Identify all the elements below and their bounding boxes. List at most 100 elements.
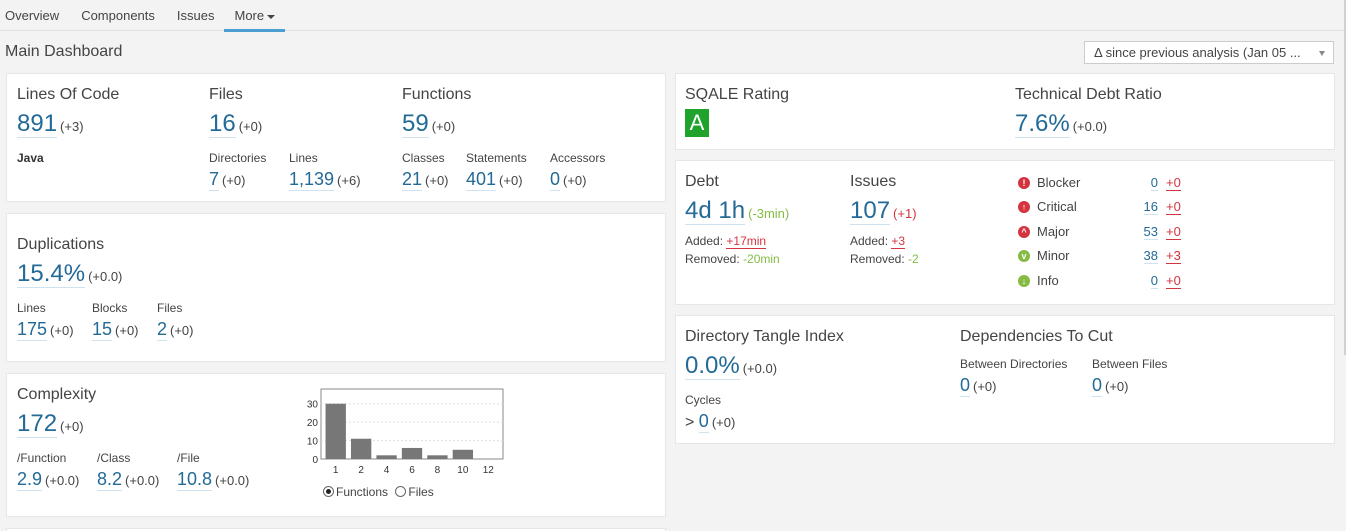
- debt-value[interactable]: 4d 1h: [685, 198, 746, 225]
- per-file-label: /File: [177, 451, 200, 465]
- severity-count[interactable]: 53: [1143, 224, 1158, 240]
- between-dirs-value[interactable]: 0: [960, 375, 971, 397]
- between-files-value[interactable]: 0: [1092, 375, 1103, 397]
- dup-blocks-value[interactable]: 15: [92, 319, 113, 341]
- info-icon: ↓: [1018, 275, 1030, 287]
- severity-label: Info: [1037, 273, 1059, 288]
- bar-8: [427, 455, 448, 459]
- loc-value[interactable]: 891: [17, 111, 58, 138]
- x-tick-label: 1: [333, 465, 339, 476]
- tangle-title: Directory Tangle Index: [685, 328, 844, 345]
- classes-value[interactable]: 21: [402, 169, 423, 191]
- duplications-value[interactable]: 15.4%: [17, 261, 86, 288]
- period-select-value: Δ since previous analysis (Jan 05 ...: [1094, 45, 1301, 60]
- x-tick-label: 2: [358, 465, 364, 476]
- issues-title: Issues: [850, 173, 897, 190]
- tangle-value[interactable]: 0.0%: [685, 353, 740, 380]
- radio-unchecked-icon: [395, 486, 407, 497]
- complexity-widget: Complexity 172 (+0) /Function 2.9 (+0.0) /…: [6, 373, 666, 517]
- tab-more-label: More: [234, 8, 265, 23]
- radio-functions[interactable]: Functions: [323, 485, 388, 499]
- bar-4: [376, 455, 397, 459]
- issues-added-label: Added:: [850, 234, 889, 248]
- duplications-title: Duplications: [17, 236, 105, 253]
- severity-delta[interactable]: +0: [1166, 199, 1181, 215]
- per-function-delta: (+0.0): [45, 473, 80, 488]
- severity-row-major: ^ Major 53 +0: [1018, 224, 1188, 244]
- files-value[interactable]: 16: [209, 111, 236, 138]
- dup-files-value[interactable]: 2: [157, 319, 168, 341]
- severity-delta[interactable]: +3: [1166, 248, 1181, 264]
- minor-icon: v: [1018, 250, 1030, 262]
- cycles-prefix: >: [685, 414, 695, 431]
- files-delta: (+0): [238, 119, 263, 134]
- per-class-value[interactable]: 8.2: [97, 469, 123, 491]
- dup-lines-value[interactable]: 175: [17, 319, 48, 341]
- bar-2: [350, 438, 372, 459]
- language-label: Java: [17, 151, 44, 165]
- deps-title: Dependencies To Cut: [960, 328, 1113, 345]
- lines-value[interactable]: 1,139: [289, 169, 335, 191]
- statements-value[interactable]: 401: [466, 169, 497, 191]
- debt-removed-label: Removed:: [685, 252, 740, 266]
- x-tick-label: 8: [435, 465, 441, 476]
- severity-count[interactable]: 16: [1143, 199, 1158, 215]
- directories-value[interactable]: 7: [209, 169, 220, 191]
- issues-value[interactable]: 107: [850, 198, 891, 225]
- debt-ratio-value[interactable]: 7.6%: [1015, 111, 1070, 138]
- complexity-value[interactable]: 172: [17, 411, 58, 438]
- caret-down-icon: [267, 14, 276, 19]
- tab-more[interactable]: More: [224, 0, 285, 32]
- debt-added-value[interactable]: +17min: [726, 234, 767, 249]
- severity-label: Major: [1037, 224, 1070, 239]
- severity-row-critical: ↑ Critical 16 +0: [1018, 199, 1188, 219]
- radio-checked-icon: [323, 486, 334, 497]
- accessors-delta: (+0): [563, 173, 587, 188]
- per-class-delta: (+0.0): [125, 473, 160, 488]
- y-tick-label: 0: [312, 455, 318, 466]
- accessors-label: Accessors: [550, 151, 606, 165]
- debt-ratio-title: Technical Debt Ratio: [1015, 86, 1162, 103]
- between-dirs-delta: (+0): [973, 379, 997, 394]
- accessors-value[interactable]: 0: [550, 169, 561, 191]
- per-function-value[interactable]: 2.9: [17, 469, 43, 491]
- dup-blocks-label: Blocks: [92, 301, 128, 315]
- severity-count[interactable]: 0: [1150, 175, 1158, 191]
- tab-issues[interactable]: Issues: [177, 0, 215, 31]
- issues-removed-label: Removed:: [850, 252, 905, 266]
- x-tick-label: 10: [457, 465, 469, 476]
- severity-delta[interactable]: +0: [1166, 224, 1181, 240]
- sqale-rating-title: SQALE Rating: [685, 86, 790, 103]
- severity-row-blocker: ! Blocker 0 +0: [1018, 175, 1188, 195]
- debt-removed-value: -20min: [743, 252, 780, 266]
- severity-row-minor: v Minor 38 +3: [1018, 248, 1188, 268]
- tab-overview[interactable]: Overview: [5, 0, 59, 31]
- severity-count[interactable]: 0: [1150, 273, 1158, 289]
- functions-value[interactable]: 59: [402, 111, 429, 138]
- period-select[interactable]: Δ since previous analysis (Jan 05 ...: [1084, 41, 1334, 64]
- design-widget: Directory Tangle Index 0.0% (+0.0) Cycles…: [675, 315, 1335, 444]
- duplications-delta: (+0.0): [88, 269, 123, 284]
- debt-title: Debt: [685, 173, 719, 190]
- statements-delta: (+0): [499, 173, 523, 188]
- per-file-value[interactable]: 10.8: [177, 469, 213, 491]
- severity-delta[interactable]: +0: [1166, 175, 1181, 191]
- dropdown-arrow-icon: [1319, 51, 1325, 56]
- y-tick-label: 10: [307, 437, 319, 448]
- severity-delta[interactable]: +0: [1166, 273, 1181, 289]
- top-nav: Overview Components Issues More: [0, 0, 1346, 32]
- radio-files-label: Files: [408, 485, 434, 499]
- loc-title: Lines Of Code: [17, 86, 120, 103]
- size-widget: Lines Of Code 891 (+3) Java Files 16 (+0) …: [6, 73, 666, 202]
- severity-count[interactable]: 38: [1143, 248, 1158, 264]
- files-title: Files: [209, 86, 243, 103]
- x-tick-label: 4: [384, 465, 390, 476]
- issues-added-value[interactable]: +3: [891, 234, 906, 249]
- sqale-widget: SQALE Rating A Technical Debt Ratio 7.6%…: [675, 73, 1335, 150]
- sqale-rating-badge[interactable]: A: [685, 109, 709, 137]
- cycles-value[interactable]: 0: [698, 411, 709, 433]
- bar-1: [325, 403, 346, 459]
- tab-components[interactable]: Components: [81, 0, 155, 31]
- directories-label: Directories: [209, 151, 267, 165]
- radio-files[interactable]: Files: [395, 485, 434, 499]
